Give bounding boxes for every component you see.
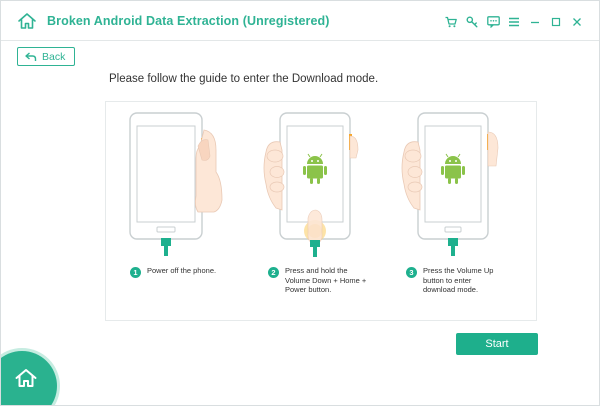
title-bar: Broken Android Data Extraction (Unregist… [1,1,599,41]
app-window: Broken Android Data Extraction (Unregist… [0,0,600,406]
home-icon[interactable] [17,12,37,30]
back-arrow-icon [22,48,40,65]
minimize-icon[interactable] [525,13,545,31]
menu-icon[interactable] [504,13,524,31]
window-controls [440,13,587,31]
button-combo-illustration [263,112,359,257]
maximize-icon[interactable] [546,13,566,31]
back-label: Back [42,50,66,63]
step-text: Press and hold the Volume Down + Home + … [285,266,367,294]
start-button[interactable]: Start [456,333,538,355]
power-off-illustration [129,112,223,256]
volume-up-illustration [401,112,499,256]
step-number: 3 [406,267,417,278]
back-button[interactable]: Back [17,47,75,66]
close-icon[interactable] [567,13,587,31]
step-text: Press the Volume Up button to enter down… [423,266,494,294]
cart-icon[interactable] [441,13,461,31]
step-text: Power off the phone. [147,266,217,275]
feedback-icon[interactable] [483,13,503,31]
step-3: 3 Press the Volume Up button to enter do… [406,266,505,295]
guide-heading: Please follow the guide to enter the Dow… [109,73,379,85]
key-icon[interactable] [462,13,482,31]
step-number: 1 [130,267,141,278]
step-number: 2 [268,267,279,278]
step-2: 2 Press and hold the Volume Down + Home … [268,266,367,295]
home-icon[interactable] [15,368,37,388]
guide-panel: 1 Power off the phone. 2 Press and hold … [105,101,537,321]
app-title: Broken Android Data Extraction (Unregist… [47,14,330,28]
step-1: 1 Power off the phone. [130,266,229,278]
